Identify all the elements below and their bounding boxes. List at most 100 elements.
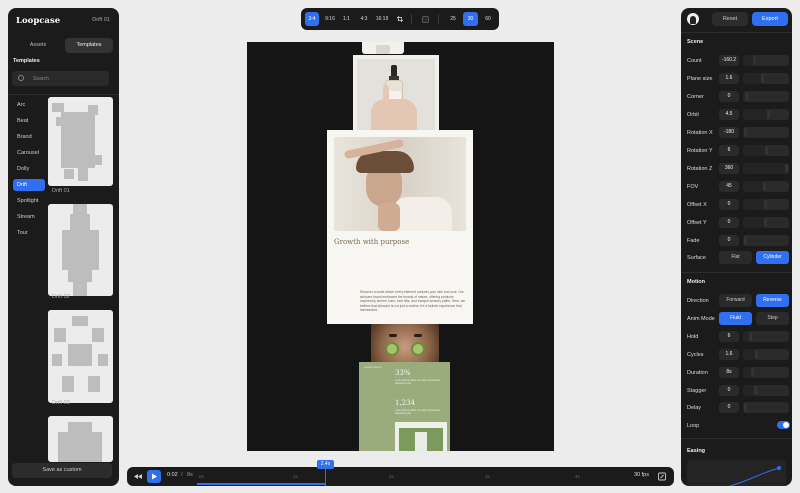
tick-label: 1s [293,474,298,479]
anim-step-button[interactable]: Step [756,312,789,325]
category-beat[interactable]: Beat [13,115,45,127]
direction-forward-button[interactable]: Forward [719,294,752,307]
ratio-16-19-button[interactable]: 16:19 [373,12,391,26]
preview-canvas[interactable]: Growth with purpose Discover a world whe… [247,42,554,451]
offset-y-input[interactable]: 0 [719,217,739,228]
stagger-input[interactable]: 0 [719,385,739,396]
orbit-input[interactable]: 4.5 [719,109,739,120]
surface-flat-button[interactable]: Flat [719,251,752,264]
ratio-1-1-button[interactable]: 1:1 [340,12,353,26]
fps-60-button[interactable]: 60 [481,12,495,26]
hold-slider[interactable] [743,331,789,342]
orbit-slider[interactable] [743,109,789,120]
control-rotation-y: Rotation Y 6 [687,144,790,158]
surface-cylinder-button[interactable]: Cylinder [756,251,789,264]
fps-25-button[interactable]: 25 [446,12,460,26]
control-label: Plane size [687,76,713,82]
category-carousel[interactable]: Carousel [13,147,45,159]
rotation-x-slider[interactable] [743,127,789,138]
project-name[interactable]: Drift 01 [92,17,110,23]
export-button[interactable]: Export [752,12,788,26]
plane-size-input[interactable]: 1.6 [719,73,739,84]
count-input[interactable]: -160.2 [719,55,739,66]
slide-top-edge [362,42,404,54]
tab-assets[interactable]: Assets [14,38,62,53]
playhead[interactable]: 2.4s [317,460,334,486]
delay-input[interactable]: 0 [719,402,739,413]
user-avatar[interactable] [687,13,699,25]
control-hold: Hold 6 [687,330,790,344]
rewind-button[interactable] [132,470,144,483]
control-offset-y: Offset Y 0 [687,216,790,230]
category-spotlight[interactable]: Spotlight [13,195,45,207]
stagger-slider[interactable] [743,385,789,396]
search-input[interactable]: Search [12,71,109,86]
offset-x-slider[interactable] [743,199,789,210]
time-separator: / [181,472,183,478]
offset-y-slider[interactable] [743,217,789,228]
hold-input[interactable]: 6 [719,331,739,342]
frame-icon[interactable] [419,12,432,26]
duration-input[interactable]: 8s [719,367,739,378]
timeline-track[interactable]: 0s 1s 2s 3s 4s 2.4s [197,460,622,486]
duration-slider[interactable] [743,367,789,378]
offset-x-input[interactable]: 0 [719,199,739,210]
app-logo: Loopcase [16,16,61,26]
loop-toggle[interactable] [777,421,790,429]
count-slider[interactable] [743,55,789,66]
control-count: Count -160.2 [687,54,790,68]
plane-size-slider[interactable] [743,73,789,84]
fov-input[interactable]: 45 [719,181,739,192]
fade-slider[interactable] [743,235,789,246]
category-dolly[interactable]: Dolly [13,163,45,175]
direction-reverse-button[interactable]: Reverse [756,294,789,307]
template-thumb-drift-03[interactable] [48,310,113,403]
fov-slider[interactable] [743,181,789,192]
corner-slider[interactable] [743,91,789,102]
save-as-custom-button[interactable]: Save as custom [12,463,112,478]
delay-slider[interactable] [743,402,789,413]
cycles-slider[interactable] [743,349,789,360]
category-arc[interactable]: Arc [13,99,45,111]
rotation-y-input[interactable]: 6 [719,145,739,156]
control-label: Offset X [687,202,707,208]
rotation-z-slider[interactable] [743,163,789,174]
crop-icon[interactable] [393,12,406,26]
control-label: Hold [687,334,699,340]
cycles-input[interactable]: 1.6 [719,349,739,360]
control-label: Surface [687,255,706,261]
template-thumb-drift-02[interactable] [48,204,113,296]
rotation-y-slider[interactable] [743,145,789,156]
corner-input[interactable]: 0 [719,91,739,102]
control-rotation-x: Rotation X -180 [687,126,790,140]
template-thumb-drift-01[interactable] [48,97,113,186]
control-label: Loop [687,423,700,429]
fps-30-button[interactable]: 30 [463,12,478,26]
category-stream[interactable]: Stream [13,211,45,223]
current-time: 0:02 [167,472,178,478]
tab-templates[interactable]: Templates [65,38,113,53]
rotation-z-input[interactable]: 360 [719,163,739,174]
rotation-x-input[interactable]: -180 [719,127,739,138]
category-tour[interactable]: Tour [13,227,45,239]
category-brand[interactable]: Brand [13,131,45,143]
green-label: Lorem ipsum [364,365,382,369]
category-drift[interactable]: Drift [13,179,45,191]
serum-photo [357,59,435,133]
ratio-9-16-button[interactable]: 9:16 [322,12,338,26]
fade-input[interactable]: 0 [719,235,739,246]
ratio-4-3-button[interactable]: 4:3 [357,12,371,26]
template-label: Drift 01 [52,188,70,194]
anim-fluid-button[interactable]: Fluid [719,312,752,325]
control-label: Anim Mode [687,316,715,322]
ratio-3-4-button[interactable]: 3:4 [305,12,319,26]
stats-photo [395,422,447,451]
stat-1: 33% [395,369,411,377]
play-button[interactable] [147,470,161,483]
easing-curve-editor[interactable] [687,460,786,486]
template-thumb-drift-04[interactable] [48,416,113,462]
control-orbit: Orbit 4.5 [687,108,790,122]
template-label: Drift 03 [52,400,70,406]
fullscreen-icon[interactable] [657,470,667,483]
reset-button[interactable]: Reset [712,12,748,26]
